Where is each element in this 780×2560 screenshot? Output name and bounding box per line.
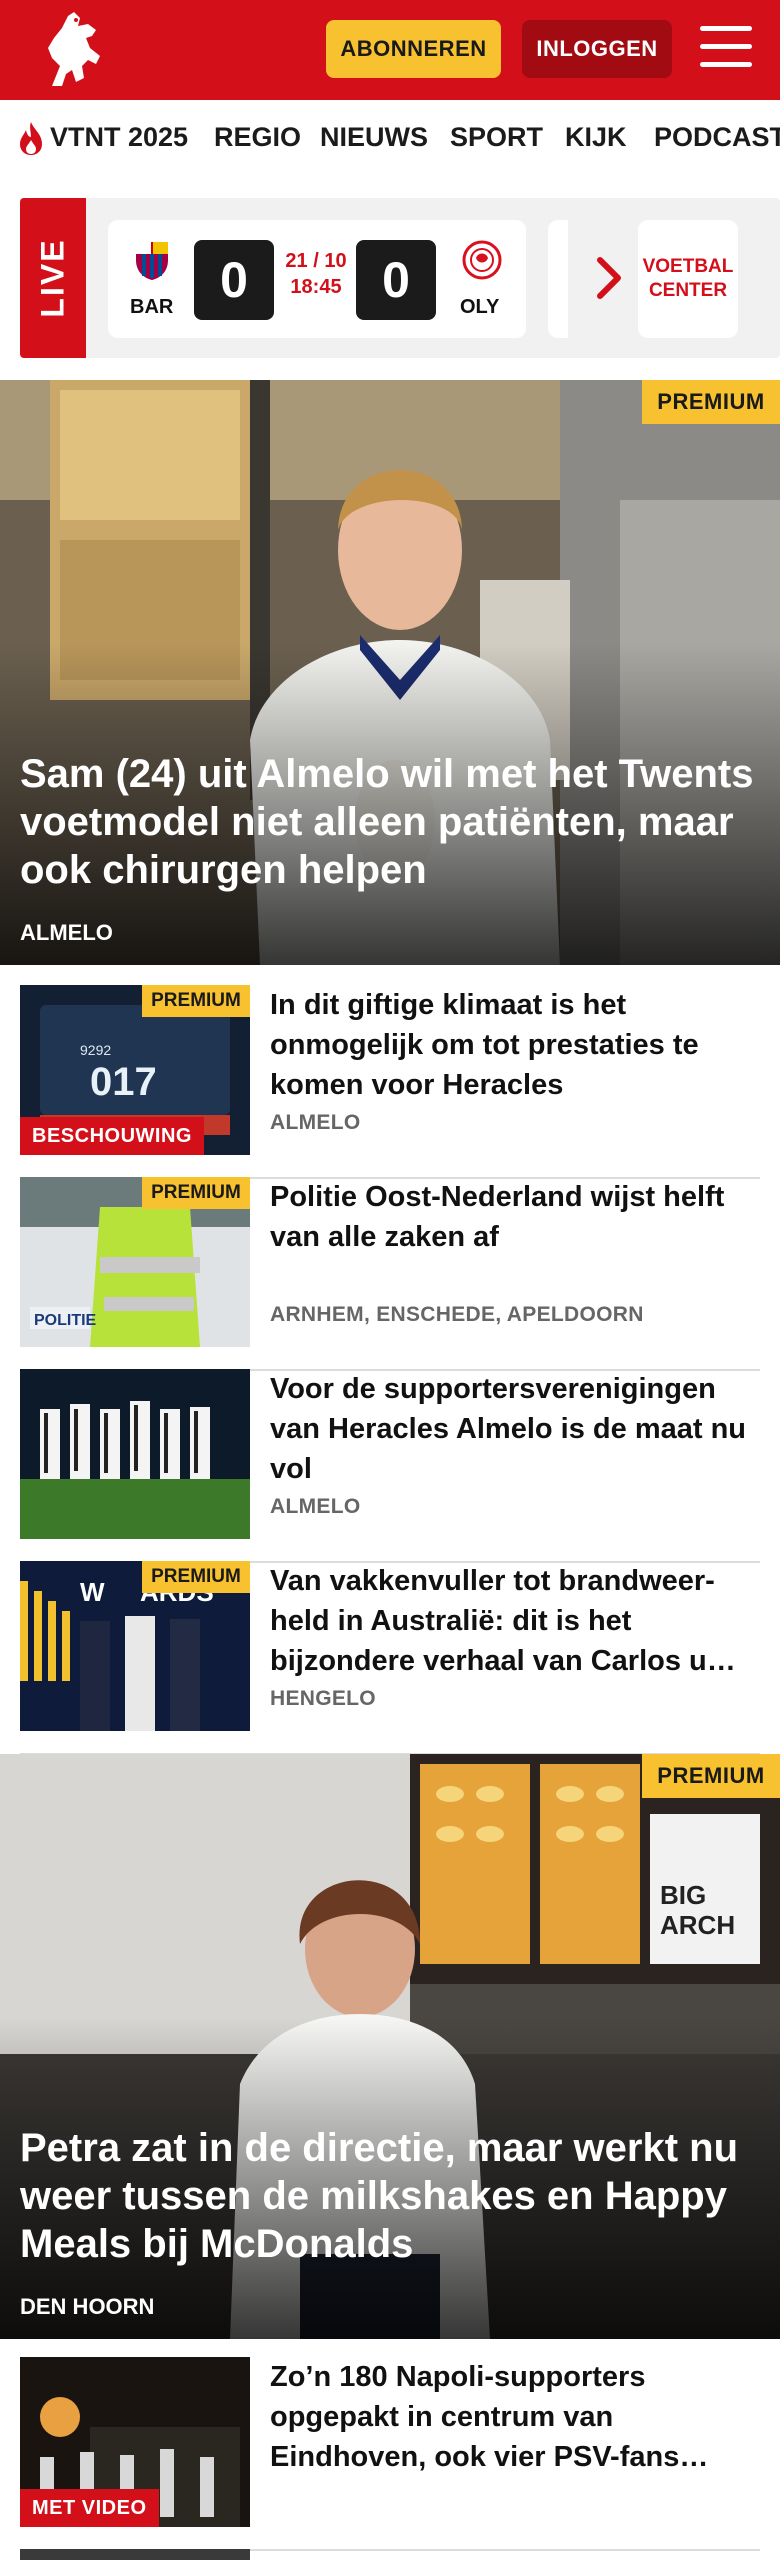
article-thumbnail — [20, 1369, 250, 1539]
premium-badge: PREMIUM — [642, 1754, 780, 1798]
article-location: HENGELO — [270, 1687, 376, 1710]
hero-article-1[interactable]: PREMIUM Sam (24) uit Almelo wil met het … — [0, 380, 780, 965]
nav-item-podcast[interactable]: PODCAST — [654, 122, 780, 153]
hero-title[interactable]: Sam (24) uit Almelo wil met het Twents v… — [20, 750, 760, 894]
article-thumbnail: MET VIDEO — [20, 2357, 250, 2527]
match-datetime: 21 / 10 18:45 — [285, 250, 347, 298]
next-match-card[interactable] — [548, 220, 568, 338]
barcelona-crest-icon — [136, 242, 168, 280]
top-header: ABONNEREN INLOGGEN — [0, 0, 780, 100]
article-title[interactable]: Van vakkenvuller tot brandweer­held in A… — [270, 1561, 760, 1681]
svg-text:W: W — [80, 1577, 105, 1607]
main-nav: VTNT 2025 REGIO NIEUWS SPORT KIJK PODCAS… — [0, 100, 780, 180]
login-button[interactable]: INLOGGEN — [522, 20, 672, 78]
list-item[interactable]: W ARDS PREMIUM Van vakkenvuller tot bran… — [20, 1561, 760, 1755]
nav-item-regio[interactable]: REGIO — [214, 122, 301, 153]
nav-item-kijk[interactable]: KIJK — [565, 122, 627, 153]
category-label: MET VIDEO — [20, 2489, 159, 2527]
premium-badge: PREMIUM — [142, 985, 250, 1017]
article-thumbnail: POLITIE PREMIUM — [20, 1177, 250, 1347]
flame-icon — [20, 122, 42, 155]
article-title[interactable]: Politie Oost-Nederland wijst helft van a… — [270, 1177, 760, 1257]
article-location: ALMELO — [270, 1111, 361, 1134]
list-item[interactable] — [20, 2549, 760, 2560]
menu-icon[interactable] — [700, 26, 752, 70]
olympiacos-crest-icon — [462, 240, 502, 280]
nav-item-sport[interactable]: SPORT — [450, 122, 543, 153]
live-scores-strip: LIVE BAR 0 21 / 10 18:45 0 OLY VOETBAL C… — [20, 198, 780, 358]
article-title[interactable]: Zo’n 180 Napoli-supporters opgepakt in c… — [270, 2357, 760, 2477]
list-item[interactable]: MET VIDEO Zo’n 180 Napoli-supporters opg… — [20, 2357, 760, 2551]
premium-badge: PREMIUM — [642, 380, 780, 424]
away-team-name: OLY — [460, 296, 500, 318]
svg-text:017: 017 — [90, 1060, 157, 1104]
home-team-name: BAR — [130, 296, 174, 318]
list-item[interactable]: Voor de supportersverenigingen van Herac… — [20, 1369, 760, 1563]
svg-text:POLITIE: POLITIE — [34, 1312, 97, 1329]
article-title[interactable]: In dit giftige klimaat is het onmogelijk… — [270, 985, 760, 1105]
live-label: LIVE — [20, 198, 86, 358]
list-item[interactable]: 9292 017 PREMIUM BESCHOUWING In dit gift… — [20, 985, 760, 1179]
svg-text:ARCH: ARCH — [660, 1910, 735, 1940]
hero-location: ALMELO — [20, 920, 113, 945]
category-label: BESCHOUWING — [20, 1117, 204, 1155]
svg-text:9292: 9292 — [80, 1042, 111, 1058]
hero-location: DEN HOORN — [20, 2294, 155, 2319]
article-thumbnail: W ARDS PREMIUM — [20, 1561, 250, 1731]
premium-badge: PREMIUM — [142, 1561, 250, 1593]
voetbal-center-link[interactable]: VOETBAL CENTER — [638, 220, 738, 338]
nav-item-vtnt[interactable]: VTNT 2025 — [50, 122, 188, 153]
svg-text:BIG: BIG — [660, 1880, 706, 1910]
hero-article-2[interactable]: BIG ARCH PREMIUM Petra zat in de directi… — [0, 1754, 780, 2339]
list-item[interactable]: POLITIE PREMIUM Politie Oost-Nederland w… — [20, 1177, 760, 1371]
chevron-right-icon[interactable] — [594, 254, 624, 302]
away-score: 0 — [356, 240, 436, 320]
article-thumbnail — [20, 2549, 250, 2560]
article-thumbnail: 9292 017 PREMIUM BESCHOUWING — [20, 985, 250, 1155]
article-location: ALMELO — [270, 1495, 361, 1518]
article-location: ARNHEM, ENSCHEDE, APELDOORN — [270, 1303, 644, 1326]
article-title[interactable]: Voor de supportersverenigingen van Herac… — [270, 1369, 760, 1489]
nav-item-nieuws[interactable]: NIEUWS — [320, 122, 428, 153]
tubantia-horse-logo[interactable] — [38, 8, 108, 92]
hero-title[interactable]: Petra zat in de directie, maar werkt nu … — [20, 2124, 760, 2268]
home-score: 0 — [194, 240, 274, 320]
subscribe-button[interactable]: ABONNEREN — [326, 20, 501, 78]
match-card[interactable]: BAR 0 21 / 10 18:45 0 OLY — [108, 220, 526, 338]
premium-badge: PREMIUM — [142, 1177, 250, 1209]
